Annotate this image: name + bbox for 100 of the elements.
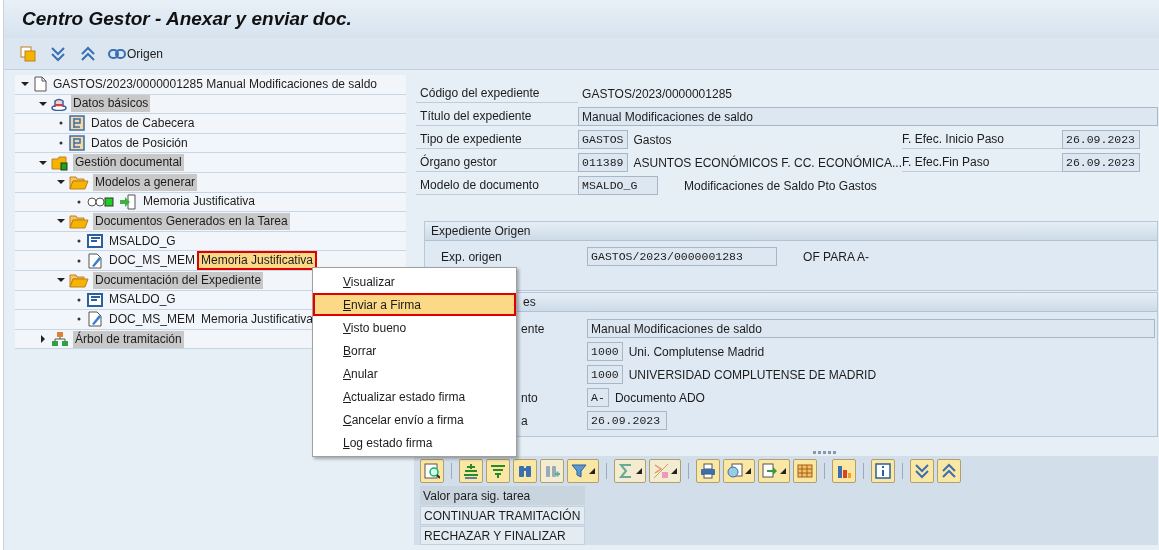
table-cell: RECHAZAR Y FINALIZAR bbox=[420, 526, 586, 545]
collapse-arrow-icon[interactable] bbox=[57, 276, 65, 285]
collapse-arrow-icon[interactable] bbox=[21, 80, 29, 89]
bar-chart-icon bbox=[836, 463, 853, 479]
import-document-icon bbox=[119, 193, 137, 210]
column-header: Valor para sig. tarea bbox=[420, 486, 586, 505]
find-button[interactable] bbox=[513, 459, 538, 483]
field-label: F. Efec. Inicio Paso bbox=[902, 131, 1005, 148]
edit-document-icon bbox=[87, 311, 103, 328]
print-button[interactable] bbox=[696, 459, 721, 483]
dropdown-arrow-icon bbox=[745, 468, 752, 474]
code-field[interactable]: GASTOS bbox=[578, 130, 628, 149]
open-folder-icon bbox=[69, 174, 89, 190]
code-field[interactable]: 1000 bbox=[587, 342, 623, 361]
export-button[interactable] bbox=[758, 459, 791, 483]
text-field[interactable]: Manual Modificaciones de saldo bbox=[578, 107, 1158, 126]
info-button[interactable] bbox=[871, 459, 896, 483]
open-folder-icon bbox=[69, 213, 89, 229]
tree-node-label[interactable]: DOC_MS_MEM bbox=[107, 310, 197, 328]
field-label: Órgano gestor bbox=[420, 153, 497, 171]
hierarchy-icon bbox=[51, 331, 69, 347]
sort-descending-icon bbox=[490, 463, 507, 479]
graphic-button[interactable] bbox=[832, 459, 857, 483]
collapse-arrow-icon[interactable] bbox=[57, 178, 65, 187]
tree-node-label[interactable]: Memoria Justificativa bbox=[141, 193, 258, 211]
views-icon bbox=[727, 463, 744, 479]
menu-item[interactable]: Visto bueno bbox=[313, 316, 516, 339]
tree-node-label[interactable]: Datos básicos bbox=[71, 95, 151, 113]
code-field[interactable]: A- bbox=[587, 388, 609, 407]
sort-descending-button[interactable] bbox=[486, 459, 511, 483]
find-next-button[interactable] bbox=[540, 459, 565, 483]
code-field[interactable]: 26.09.2023 bbox=[587, 411, 668, 430]
collapse-all-button[interactable] bbox=[937, 459, 962, 483]
subtotal-button[interactable] bbox=[649, 459, 682, 483]
field-label: F. Efec.Fin Paso bbox=[902, 154, 990, 171]
tree-node-label[interactable]: GASTOS/2023/0000001285 Manual Modificaciones de saldo bbox=[51, 75, 379, 93]
menu-item[interactable]: Enviar a Firma bbox=[313, 293, 516, 316]
collapse-arrow-icon[interactable] bbox=[39, 158, 47, 167]
field-description: Modificaciones de Saldo Pto Gastos bbox=[684, 177, 877, 195]
tree-node-description[interactable]: Memoria Justificativa bbox=[201, 311, 314, 327]
document-icon bbox=[33, 76, 47, 93]
collapse-icon bbox=[80, 45, 96, 62]
field-label: Modelo de documento bbox=[420, 177, 539, 194]
dropdown-arrow-icon bbox=[780, 468, 787, 474]
field-label: a bbox=[521, 412, 528, 430]
field-description: Uni. Complutense Madrid bbox=[628, 343, 765, 361]
code-field[interactable]: 1000 bbox=[587, 365, 623, 384]
sort-ascending-icon bbox=[463, 463, 480, 479]
tree-node-label[interactable]: Datos de Posición bbox=[89, 134, 190, 152]
expand-all-button[interactable] bbox=[910, 459, 935, 483]
filter-icon bbox=[571, 463, 588, 479]
expand-arrow-icon[interactable] bbox=[39, 335, 47, 343]
tree-node-label[interactable]: DOC_MS_MEM bbox=[107, 252, 197, 270]
expand-icon bbox=[50, 45, 66, 62]
hat-icon bbox=[51, 96, 67, 111]
text-field[interactable]: Manual Modificaciones de saldo bbox=[587, 319, 1155, 338]
printer-icon bbox=[700, 463, 717, 479]
menu-item[interactable]: Borrar bbox=[313, 339, 516, 362]
field-label: ente bbox=[521, 320, 545, 338]
tree-node-label[interactable]: Documentación del Expediente bbox=[93, 271, 264, 289]
details-button[interactable] bbox=[420, 459, 445, 483]
tree-node-label[interactable]: Modelos a generar bbox=[93, 173, 198, 191]
views-button[interactable] bbox=[723, 459, 756, 483]
filter-button[interactable] bbox=[567, 459, 600, 483]
total-button[interactable] bbox=[614, 459, 647, 483]
group-title: es bbox=[523, 294, 536, 311]
field-value: GASTOS/2023/0000001285 bbox=[582, 85, 732, 103]
code-field[interactable]: GASTOS/2023/0000001283 bbox=[587, 247, 778, 266]
tree-node-label[interactable]: Árbol de tramitación bbox=[73, 330, 184, 348]
tree-node-label[interactable]: Documentos Generados en la Tarea bbox=[93, 212, 290, 230]
template-icon bbox=[87, 234, 103, 249]
tree-node-label[interactable]: MSALDO_G bbox=[107, 232, 178, 250]
collapse-arrow-icon[interactable] bbox=[39, 99, 47, 108]
menu-item[interactable]: Cancelar envío a firma bbox=[313, 408, 516, 431]
menu-item[interactable]: Visualizar bbox=[313, 270, 516, 293]
dropdown-arrow-icon bbox=[589, 468, 596, 474]
tree-node-label[interactable]: Datos de Cabecera bbox=[89, 115, 197, 132]
field-description: UNIVERSIDAD COMPLUTENSE DE MADRID bbox=[628, 366, 877, 384]
date-field[interactable]: 26.09.2023 bbox=[1062, 153, 1140, 172]
layout-button[interactable] bbox=[793, 459, 818, 483]
tree-node-label[interactable]: Gestión documental bbox=[73, 154, 184, 172]
tree-node-label[interactable]: MSALDO_G bbox=[107, 291, 178, 309]
origen-button[interactable]: Origen bbox=[108, 44, 164, 63]
field-label: Título del expediente bbox=[420, 108, 532, 125]
sort-ascending-button[interactable] bbox=[459, 459, 484, 483]
menu-item[interactable]: Actualizar estado firma bbox=[313, 385, 516, 408]
collapse-arrow-icon[interactable] bbox=[57, 217, 65, 226]
menu-item[interactable]: Anular bbox=[313, 362, 516, 385]
menu-item[interactable]: Log estado firma bbox=[313, 431, 516, 454]
copy-button[interactable] bbox=[18, 43, 38, 64]
field-label: Exp. origen bbox=[441, 248, 502, 266]
field-label: Tipo de expediente bbox=[420, 131, 522, 148]
date-field[interactable]: 26.09.2023 bbox=[1062, 130, 1140, 149]
dropdown-arrow-icon bbox=[636, 468, 643, 474]
window-title: Centro Gestor - Anexar y enviar doc. bbox=[22, 6, 352, 31]
tree-node-description[interactable]: Memoria Justificativa bbox=[199, 253, 316, 269]
structure-icon bbox=[69, 135, 85, 152]
collapse-icon bbox=[941, 463, 958, 479]
code-field[interactable]: 011389 bbox=[578, 153, 628, 172]
code-field[interactable]: MSALDO_G bbox=[578, 176, 659, 195]
